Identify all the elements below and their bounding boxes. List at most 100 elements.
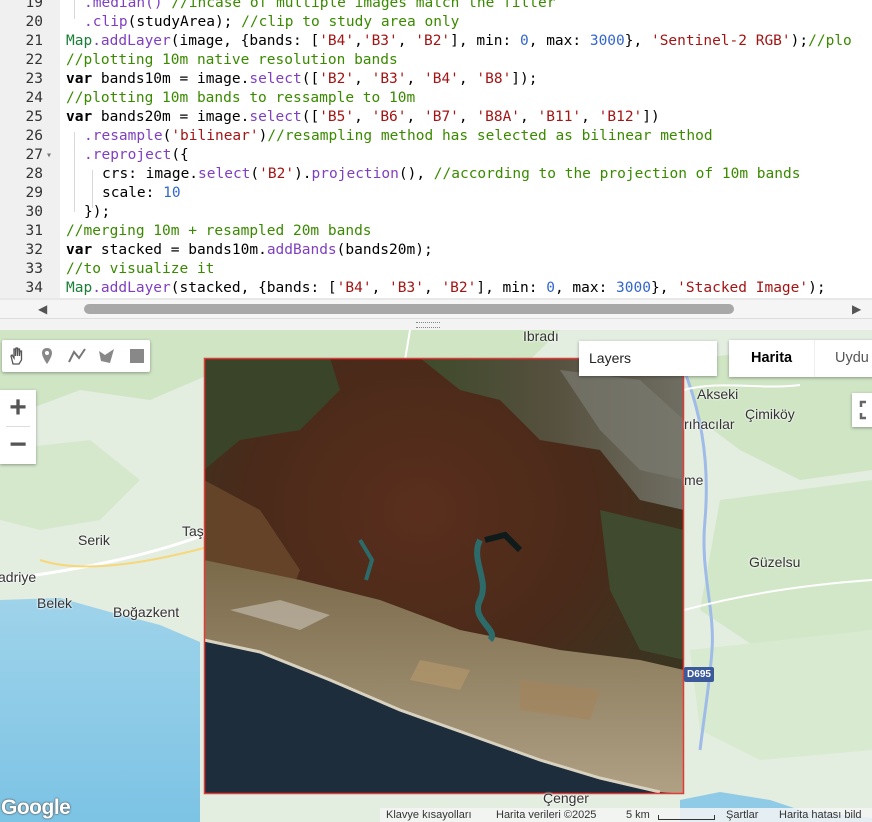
map-attribution-bar: Klavye kısayolları Harita verileri ©2025… (380, 808, 872, 822)
code-token: ({ (171, 147, 189, 163)
place-label: İbradı (523, 330, 559, 344)
code-token: projection (311, 166, 399, 182)
pan-hand-tool-button[interactable] (5, 344, 29, 368)
code-text: //plotting 10m native resolution bands (66, 51, 398, 70)
layers-button[interactable]: Layers (579, 341, 717, 376)
code-line[interactable]: 31 //merging 10m + resampled 20m bands (0, 222, 872, 241)
zoom-control: + − (0, 390, 36, 464)
draw-line-tool-button[interactable] (65, 344, 89, 368)
code-line[interactable]: 22 //plotting 10m native resolution bands (0, 51, 872, 70)
draw-polygon-tool-button[interactable] (95, 344, 119, 368)
line-number: 24 (25, 90, 43, 106)
code-text: .median() //incase of multiple images ma… (84, 0, 555, 13)
code-text: scale: 10 (102, 184, 181, 203)
code-token: //plotting 10m bands to ressample to 10m (66, 90, 416, 106)
code-token: //clip to study area only (241, 14, 460, 30)
scale-bar (658, 815, 715, 820)
code-token: 'B2' (259, 166, 295, 182)
code-token: //merging 10m + resampled 20m bands (66, 223, 372, 239)
code-line[interactable]: 26 .resample('bilinear')//resampling meth… (0, 127, 872, 146)
code-token: ], min: (450, 33, 520, 49)
pan-hand-icon (10, 347, 23, 365)
code-token: 'B6' (371, 109, 407, 125)
code-token: ); (790, 33, 809, 49)
code-line[interactable]: 33 //to visualize it (0, 260, 872, 279)
map-view[interactable]: İbradı Akseki Çimiköy rıhacılar me Serik… (0, 330, 872, 822)
code-token: .addLayer (92, 33, 171, 49)
code-token: (), (398, 166, 434, 182)
code-text: }); (84, 203, 110, 222)
splitter-grip-icon[interactable] (416, 322, 440, 328)
code-token: , (354, 71, 372, 87)
code-line[interactable]: 28 crs: image.select('B2').projection(), … (0, 165, 872, 184)
code-token: var (66, 109, 93, 125)
code-line[interactable]: 32 var stacked = bands10m.addBands(bands2… (0, 241, 872, 260)
code-token: .median() (84, 0, 172, 11)
code-token: bands10m = image. (92, 71, 250, 87)
line-number: 23 (25, 71, 43, 87)
scroll-left-arrow-icon[interactable]: ◀ (38, 302, 47, 316)
code-text: Map.addLayer(image, {bands: ['B4','B3' , … (66, 32, 852, 51)
code-token: , max: (528, 33, 590, 49)
code-token: select (249, 71, 302, 87)
terms-link[interactable]: Şartlar (726, 808, 758, 822)
horizontal-scrollbar[interactable]: ◀ ▶ (0, 300, 872, 318)
code-token: , (354, 109, 372, 125)
map-type-harita-button[interactable]: Harita (751, 340, 792, 377)
code-text: .reproject({ (84, 146, 189, 165)
code-token: 3000 (616, 280, 651, 296)
scroll-right-arrow-icon[interactable]: ▶ (852, 302, 861, 316)
code-token: , (397, 33, 416, 49)
code-token: 'Stacked Image' (677, 280, 809, 296)
fold-toggle-icon[interactable]: ▾ (46, 146, 52, 165)
code-token: ). (294, 166, 312, 182)
code-line[interactable]: 20 .clip(studyArea); //clip to study area… (0, 13, 872, 32)
report-map-error-link[interactable]: Harita hatası bild (779, 808, 862, 822)
zoom-in-button[interactable]: + (0, 390, 36, 426)
code-token: ( (162, 128, 172, 144)
code-line[interactable]: 19 .median() //incase of multiple images … (0, 0, 872, 13)
code-token: , (406, 109, 424, 125)
zoom-out-button[interactable]: − (0, 427, 36, 463)
code-line[interactable]: 23 var bands10m = image.select(['B2', 'B3… (0, 70, 872, 89)
code-token: //resampling method has selected as bili… (267, 128, 713, 144)
code-token: 'B3' (371, 71, 407, 87)
code-token: //incase of multiple images match the fi… (171, 0, 556, 11)
indent-guide (74, 132, 75, 212)
code-token: .addLayer (92, 280, 171, 296)
code-line[interactable]: 34 Map.addLayer(stacked, {bands: ['B4', '… (0, 279, 872, 298)
code-token: (stacked, {bands: [ (170, 280, 337, 296)
code-editor[interactable]: 19 .median() //incase of multiple images … (0, 0, 872, 318)
code-text: .resample('bilinear')//resampling method… (84, 127, 713, 146)
scrollbar-thumb[interactable] (84, 304, 734, 314)
code-line[interactable]: 21 Map.addLayer(image, {bands: ['B4','B3'… (0, 32, 872, 51)
fullscreen-button[interactable] (852, 393, 872, 427)
place-label: Akseki (697, 386, 739, 402)
basemap (0, 330, 872, 822)
code-token: .reproject (84, 147, 172, 163)
place-label: rıhacılar (684, 416, 735, 432)
code-token: scale: (102, 185, 164, 201)
keyboard-shortcuts-link[interactable]: Klavye kısayolları (386, 808, 472, 822)
code-token: 3000 (589, 33, 625, 49)
google-logo: Google (1, 796, 71, 819)
code-token: select (249, 109, 302, 125)
map-type-uydu-button[interactable]: Uydu (835, 340, 869, 377)
place-label: me (684, 472, 704, 488)
code-line[interactable]: 24 //plotting 10m bands to ressample to 1… (0, 89, 872, 108)
draw-rectangle-tool-button[interactable] (125, 344, 149, 368)
code-line[interactable]: 29 scale: 10 (0, 184, 872, 203)
code-token: }, (624, 33, 651, 49)
code-line[interactable]: 30}); (0, 203, 872, 222)
code-token: //plo (808, 33, 852, 49)
code-token: crs: image. (102, 166, 199, 182)
code-token: 'B12' (598, 109, 643, 125)
line-number: 34 (25, 280, 43, 296)
code-token: 'B2' (319, 71, 355, 87)
add-point-tool-button[interactable] (35, 344, 59, 368)
code-token: 10 (163, 185, 181, 201)
code-token: 'B11' (537, 109, 582, 125)
code-token: (bands20m); (336, 242, 433, 258)
code-line[interactable]: 27 ▾ .reproject({ (0, 146, 872, 165)
code-line[interactable]: 25 var bands20m = image.select(['B5', 'B6… (0, 108, 872, 127)
